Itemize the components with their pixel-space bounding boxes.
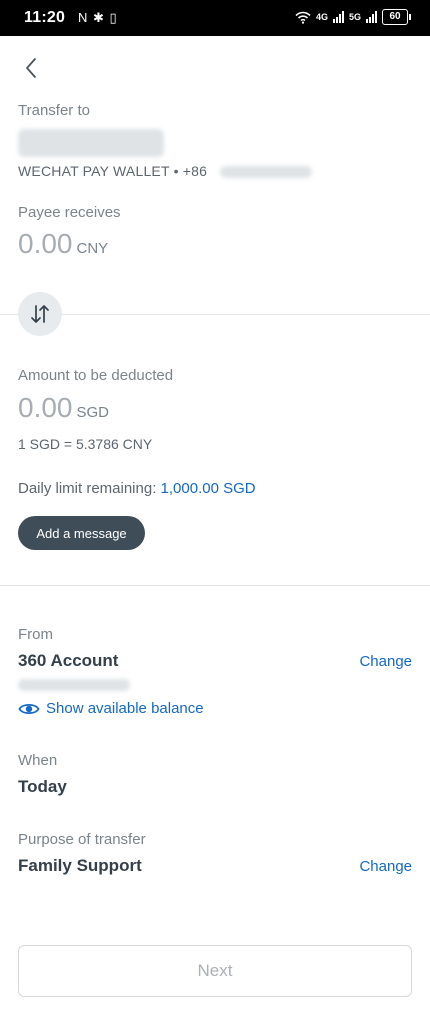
recipient-name-redacted — [18, 129, 164, 157]
deduct-amount-value: 0.00 — [18, 392, 73, 423]
from-label: From — [18, 626, 53, 643]
payee-amount-input[interactable]: 0.00 CNY — [18, 228, 108, 260]
account-number-redacted — [18, 679, 130, 691]
eye-icon — [18, 703, 40, 714]
next-button[interactable]: Next — [18, 945, 412, 997]
status-time: 11:20 — [24, 9, 66, 26]
status-right-icons: 4G 5G 60 — [295, 9, 411, 25]
show-balance-link[interactable]: Show available balance — [18, 700, 204, 717]
show-balance-label: Show available balance — [46, 700, 204, 717]
wifi-icon — [295, 11, 311, 24]
daily-limit-value: 1,000.00 SGD — [160, 480, 256, 497]
battery-icon: 60 — [382, 9, 411, 25]
deduct-amount-input[interactable]: 0.00 SGD — [18, 392, 109, 424]
signal-icon — [332, 11, 344, 23]
back-button[interactable] — [18, 54, 46, 82]
deduct-label: Amount to be deducted — [18, 367, 174, 384]
swap-arrows-icon — [31, 305, 49, 323]
payee-amount-value: 0.00 — [18, 228, 73, 259]
change-account-link[interactable]: Change — [359, 653, 412, 670]
daily-limit: Daily limit remaining: 1,000.00 SGD — [18, 480, 256, 497]
daily-limit-label: Daily limit remaining: — [18, 480, 157, 497]
recipient-phone-redacted — [220, 166, 312, 178]
network-type-2: 5G — [348, 11, 361, 22]
add-message-button[interactable]: Add a message — [18, 516, 145, 550]
network-type-1: 4G — [315, 11, 328, 22]
recipient-wallet-info: WECHAT PAY WALLET • +86 — [18, 163, 208, 179]
transfer-to-label: Transfer to — [18, 102, 90, 119]
purpose-value: Family Support — [18, 856, 142, 875]
from-account: 360 Account — [18, 651, 119, 670]
section-divider — [0, 585, 430, 586]
change-purpose-link[interactable]: Change — [359, 858, 412, 875]
when-label: When — [18, 752, 58, 769]
signal-icon-2 — [366, 11, 377, 23]
exchange-rate: 1 SGD = 5.3786 CNY — [18, 436, 153, 452]
payee-receives-label: Payee receives — [18, 204, 121, 221]
purpose-label: Purpose of transfer — [18, 831, 146, 848]
amount-divider — [0, 314, 430, 315]
status-bar: 11:20 N ✱ ▯ 4G 5G 60 — [0, 0, 430, 36]
deduct-currency: SGD — [76, 404, 110, 421]
swap-currency-button[interactable] — [18, 292, 62, 336]
status-notification-icons: N ✱ ▯ — [78, 10, 118, 25]
when-value: Today — [18, 777, 67, 796]
chevron-left-icon — [26, 58, 36, 78]
payee-currency: CNY — [76, 240, 109, 257]
